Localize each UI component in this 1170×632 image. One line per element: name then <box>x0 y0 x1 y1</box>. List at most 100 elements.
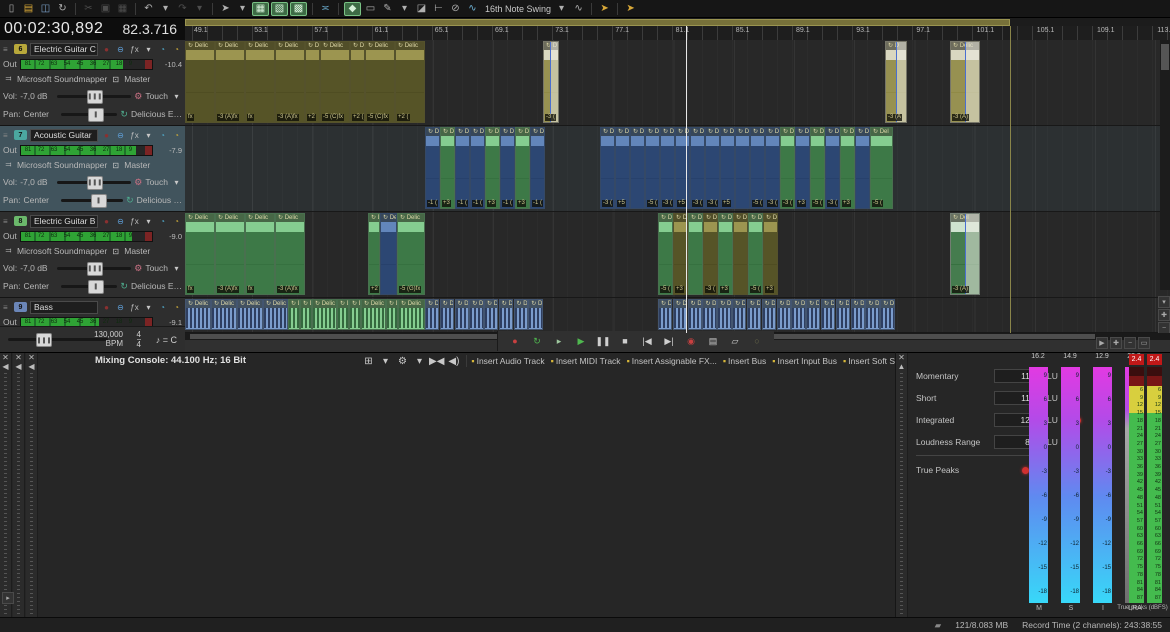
volume-slider-thumb[interactable]: ❚❚❚ <box>87 90 103 104</box>
audio-clip[interactable]: ↻ Del+2 <box>305 41 320 123</box>
fx-clip-icon[interactable]: ↻ <box>120 109 128 120</box>
audio-clip[interactable]: ↻ Del <box>455 299 469 330</box>
redo-dropdown[interactable]: ▾ <box>192 2 207 16</box>
swing-dropdown[interactable]: ▾ <box>554 2 569 16</box>
insert-button-1[interactable]: Insert MIDI Track <box>556 356 621 366</box>
audio-clip[interactable]: ↻ Delic-3 (A) <box>950 41 980 123</box>
audio-clip[interactable]: ↻ Del <box>658 299 672 330</box>
audio-clip[interactable]: ↻ Delic-5 (C)fx <box>365 41 395 123</box>
audio-clip[interactable]: ↻ Del-3 (A) <box>950 213 980 295</box>
quantize-tool-button[interactable]: ▦ <box>252 2 269 16</box>
track-name-input[interactable]: Acoustic Guitar <box>30 129 98 142</box>
fx-name[interactable]: Delicious E… <box>131 281 182 291</box>
lane-collapse-button[interactable]: ▾ <box>1158 296 1170 308</box>
audio-clip[interactable]: ↻ Del <box>288 299 300 330</box>
track-lane-3[interactable]: ↻ Delicfx↻ Delic-3 (A)fx↻ Delicfx↻ Delic… <box>185 212 1170 298</box>
audio-clip[interactable]: ↻ Del <box>337 299 349 330</box>
track-name-input[interactable]: Electric Guitar C <box>30 43 98 56</box>
audio-clip[interactable]: ↻ Del <box>865 299 879 330</box>
audio-clip[interactable]: ↻ Del+3 <box>440 127 455 209</box>
volume-slider[interactable]: ❚❚❚ <box>57 267 131 270</box>
audio-clip[interactable]: ↻ Del-5 ( <box>870 127 893 209</box>
audio-clip[interactable]: ↻ Del <box>386 299 398 330</box>
fx-clip-icon[interactable]: ↻ <box>120 281 128 292</box>
audio-clip[interactable]: ↻ Delic <box>361 299 386 330</box>
loudness-pane-grip[interactable]: ✕▲ <box>896 353 908 618</box>
audio-clip[interactable]: ↻ Del+2 ( <box>350 41 365 123</box>
pan-slider[interactable]: ❚ <box>61 285 118 288</box>
audio-clip[interactable]: ↻ Del <box>733 213 748 295</box>
mixer-scroll-left-button[interactable]: ▸ <box>2 592 14 604</box>
narrow-strips-button[interactable]: ▶◀ <box>429 354 444 368</box>
track-grip-icon[interactable]: ≡ <box>3 131 11 140</box>
audio-clip[interactable]: ↻ Delic+2 ( <box>395 41 425 123</box>
pane-grip[interactable] <box>900 373 903 616</box>
audio-clip[interactable]: ↻ Delic <box>185 299 211 330</box>
audio-clip[interactable]: ↻ Delic <box>398 299 425 330</box>
audio-clip[interactable]: ↻ Del <box>747 299 761 330</box>
meter-display[interactable]: 4 4 <box>137 330 141 349</box>
audio-clip[interactable]: ↻ Del-3 ( <box>825 127 840 209</box>
audio-clip[interactable]: ↻ Del-3 ( <box>660 127 675 209</box>
pan-value[interactable]: Center <box>24 109 58 119</box>
audio-clip[interactable]: ↻ Del+3 <box>718 213 733 295</box>
pan-slider-thumb[interactable]: ❚ <box>88 108 104 122</box>
audio-clip[interactable]: ↻ Delic <box>211 299 237 330</box>
audio-clip[interactable]: ↻ Del-3 ( <box>600 127 615 209</box>
automation-dropdown[interactable]: ▾ <box>171 264 182 273</box>
audio-clip[interactable]: ↻ Del <box>528 299 542 330</box>
tempo-display[interactable]: 130,000 BPM <box>94 330 123 348</box>
new-file-button[interactable]: ▯ <box>4 2 19 16</box>
stop-button[interactable]: ■ <box>616 333 634 349</box>
go-to-end-button[interactable]: ▶| <box>660 333 678 349</box>
vol-value[interactable]: -7,0 dB <box>20 91 54 101</box>
audio-clip[interactable]: ↻ Del-5 ( <box>645 127 660 209</box>
insert-button-3[interactable]: Insert Bus <box>728 356 766 366</box>
record-arm-icon[interactable]: ● <box>101 131 112 140</box>
pattern-tool-button[interactable]: ➤ <box>623 2 638 16</box>
go-to-start-button[interactable]: |◀ <box>638 333 656 349</box>
paste-button[interactable]: ▦ <box>115 2 130 16</box>
expand-icon[interactable]: ◀ <box>26 362 37 371</box>
audio-clip[interactable]: ↻ Del-1 ( <box>470 127 485 209</box>
audio-clip[interactable]: ↻ Delicfx <box>245 41 275 123</box>
volume-slider-thumb[interactable]: ❚❚❚ <box>87 262 103 276</box>
audio-clip[interactable]: ↻ Del-5 ( <box>750 127 765 209</box>
vol-value[interactable]: -7,0 dB <box>20 263 54 273</box>
audio-clip[interactable]: ↻ Del-3 ( <box>690 127 705 209</box>
automation-mode[interactable]: Touch <box>145 91 168 101</box>
fx-name[interactable]: Delicious E… <box>131 109 182 119</box>
close-icon[interactable]: ✕ <box>0 353 11 362</box>
scroll-right-button[interactable]: ▶ <box>1096 337 1108 349</box>
audio-clip[interactable]: ↻ Del <box>440 299 454 330</box>
track-grip-icon[interactable]: ≡ <box>3 45 11 54</box>
volume-slider-thumb[interactable]: ❚❚❚ <box>87 176 103 190</box>
insert-button-4[interactable]: Insert Input Bus <box>778 356 838 366</box>
audio-clip[interactable]: ↻ Del+3 <box>485 127 500 209</box>
vol-value[interactable]: -7,0 dB <box>20 177 54 187</box>
draw-tool-button[interactable]: ✎ <box>380 2 395 16</box>
audio-clip[interactable]: ↻ Delic <box>312 299 337 330</box>
groove-clip-button[interactable]: ∿ <box>571 2 586 16</box>
collapsed-pane-1[interactable]: ✕◀ <box>0 353 12 618</box>
output-device[interactable]: Microsoft Soundmapper <box>17 246 107 256</box>
audiosnap-button[interactable]: ▩ <box>290 2 307 16</box>
swing-icon[interactable]: ∿ <box>465 2 480 16</box>
redo-button[interactable]: ↷ <box>175 2 190 16</box>
audio-clip[interactable]: ↻ Del-1 ( <box>425 127 440 209</box>
audio-clip[interactable]: ↻ Del+2 <box>368 213 380 295</box>
smart-tool-dropdown[interactable]: ▾ <box>235 2 250 16</box>
loop-playback-button[interactable]: ↻ <box>528 333 546 349</box>
zoom-tool-button[interactable]: ▭ <box>1138 337 1150 349</box>
zoom-slider-thumb[interactable]: ❚❚❚ <box>36 333 52 347</box>
expand-icon[interactable]: ◀ <box>0 362 11 371</box>
input-echo-icon[interactable]: ◔ <box>157 131 168 140</box>
audio-clip[interactable]: ↻ Del-1 ( <box>500 127 515 209</box>
audio-clip[interactable]: ↻ Delic-3 (A)fx <box>215 41 245 123</box>
audio-clip[interactable]: ↻ D-3 ( <box>543 41 559 123</box>
track-lane-4[interactable]: ↻ Delic↻ Delic↻ Delic↻ Delic↻ Del↻ Del↻ … <box>185 298 1170 333</box>
close-icon[interactable]: ✕ <box>26 353 37 362</box>
track-lane-2[interactable]: ↻ Del-1 (↻ Del+3↻ Del-1 (↻ Del-1 (↻ Del+… <box>185 126 1170 212</box>
audio-clip[interactable]: ↻ Del <box>880 299 894 330</box>
track-menu-dropdown[interactable]: ▾ <box>143 45 154 54</box>
